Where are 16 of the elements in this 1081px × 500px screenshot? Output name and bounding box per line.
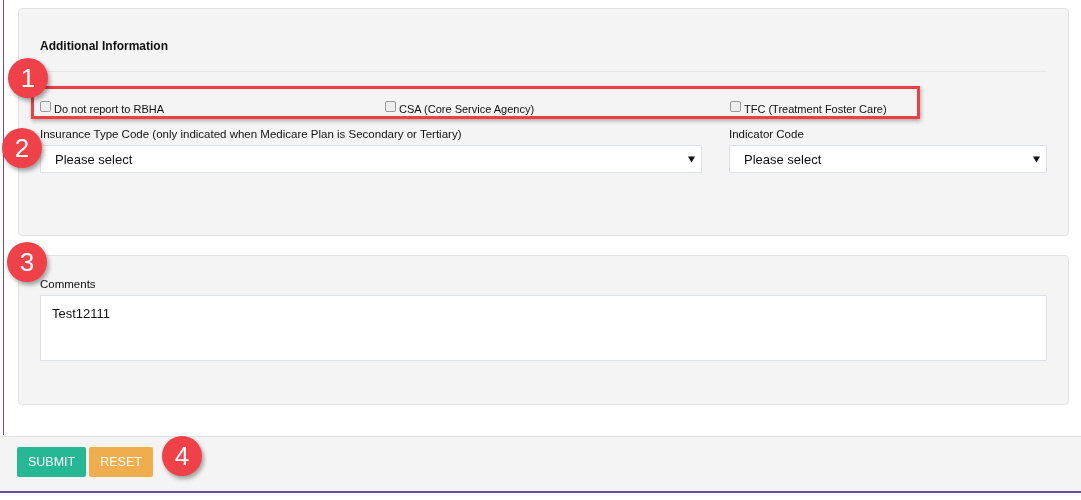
field-label: Insurance Type Code (only indicated when Medicare Plan is Secondary or Tertiary) <box>40 128 463 140</box>
checkbox[interactable] <box>385 101 396 112</box>
dropdown-caret-icon <box>1033 155 1040 163</box>
callout-badge: 2 <box>2 128 42 168</box>
checkbox-label: Do not report to RBHA <box>54 103 165 115</box>
callout-badge: 1 <box>8 58 48 98</box>
checkbox-label: TFC (Treatment Foster Care) <box>744 103 887 115</box>
dropdown-caret-icon <box>688 155 695 163</box>
comments-field[interactable]: Test12111 <box>40 295 1047 361</box>
checkbox[interactable] <box>730 101 741 112</box>
checkbox[interactable] <box>40 101 51 112</box>
field-label: Indicator Code <box>729 128 805 140</box>
checkbox-label: CSA (Core Service Agency) <box>399 103 535 115</box>
select-field[interactable]: Please select <box>40 145 702 173</box>
select-field[interactable]: Please select <box>729 145 1047 173</box>
section-title: Additional Information <box>40 39 169 53</box>
